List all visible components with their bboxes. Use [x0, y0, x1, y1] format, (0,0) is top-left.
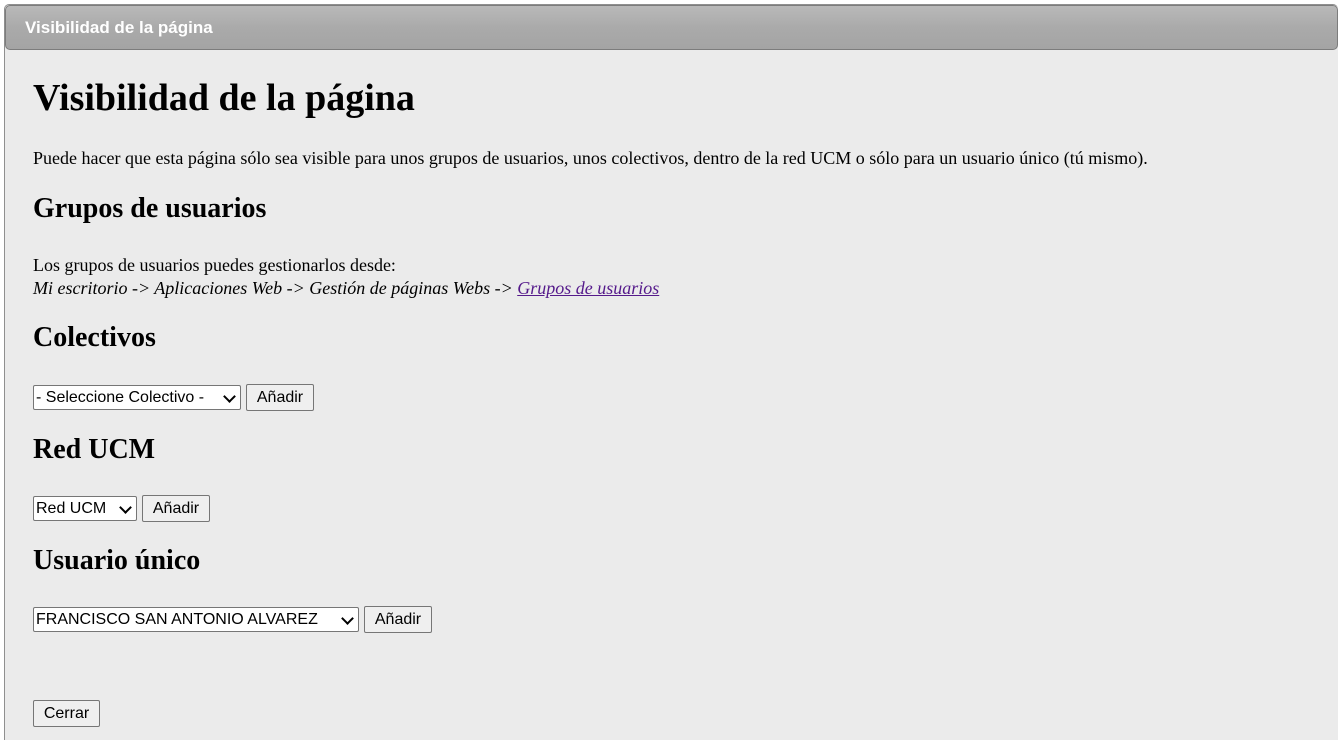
- single-user-select-wrap[interactable]: FRANCISCO SAN ANTONIO ALVAREZ: [33, 607, 359, 632]
- network-select-wrap[interactable]: Red UCM: [33, 496, 137, 521]
- single-user-select[interactable]: FRANCISCO SAN ANTONIO ALVAREZ: [33, 607, 359, 632]
- groups-text: Los grupos de usuarios puedes gestionarl…: [33, 255, 396, 275]
- network-heading: Red UCM: [33, 434, 156, 465]
- page-title: Visibilidad de la página: [33, 77, 415, 119]
- collectives-select-wrap[interactable]: - Seleccione Colectivo -: [33, 385, 241, 410]
- network-add-button[interactable]: Añadir: [142, 495, 210, 522]
- collectives-heading: Colectivos: [33, 322, 156, 353]
- dialog-titlebar[interactable]: Visibilidad de la página: [5, 5, 1338, 50]
- network-select[interactable]: Red UCM: [33, 496, 137, 521]
- single-user-add-button[interactable]: Añadir: [364, 606, 432, 633]
- groups-description: Los grupos de usuarios puedes gestionarl…: [33, 254, 659, 300]
- dialog-title: Visibilidad de la página: [25, 18, 213, 37]
- groups-heading: Grupos de usuarios: [33, 193, 267, 224]
- collectives-select[interactable]: - Seleccione Colectivo -: [33, 385, 241, 410]
- visibility-dialog: Visibilidad de la página Visibilidad de …: [4, 4, 1338, 740]
- groups-path: Mi escritorio -> Aplicaciones Web -> Ges…: [33, 277, 659, 300]
- single-user-heading: Usuario único: [33, 545, 201, 576]
- intro-text: Puede hacer que esta página sólo sea vis…: [33, 148, 1148, 168]
- collectives-add-button[interactable]: Añadir: [246, 384, 314, 411]
- close-button[interactable]: Cerrar: [33, 700, 100, 727]
- groups-link[interactable]: Grupos de usuarios: [517, 278, 659, 298]
- groups-path-prefix: Mi escritorio -> Aplicaciones Web -> Ges…: [33, 278, 518, 298]
